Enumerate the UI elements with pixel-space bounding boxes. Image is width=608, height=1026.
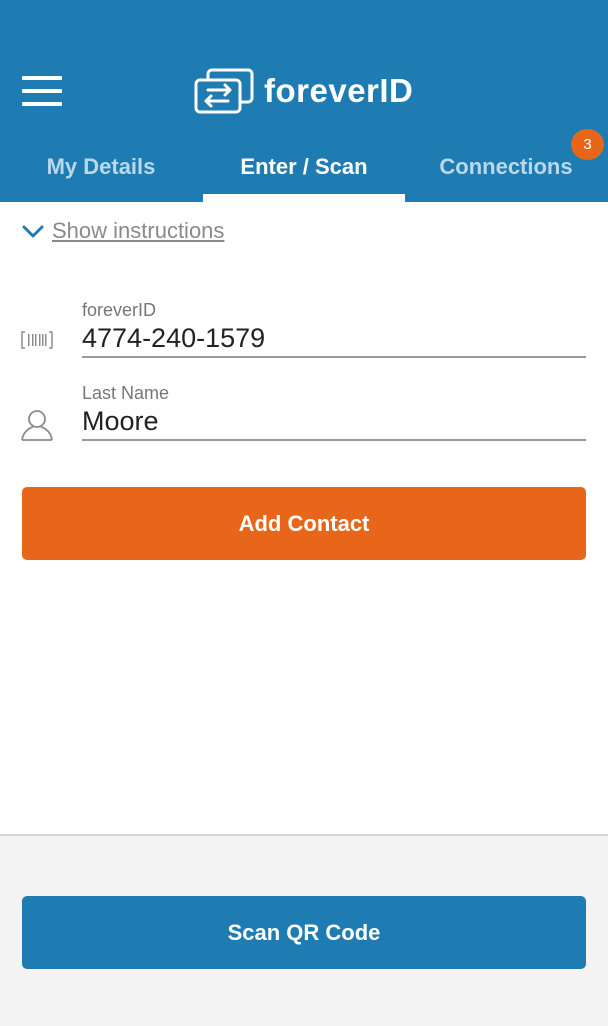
lastname-input[interactable]: Moore — [82, 406, 159, 437]
add-contact-button[interactable]: Add Contact — [22, 487, 586, 560]
barcode-icon — [21, 331, 53, 349]
app-header: foreverID My Details Enter / Scan Connec… — [0, 0, 608, 202]
connections-count-badge: 3 — [571, 129, 604, 160]
foreverid-label: foreverID — [82, 300, 157, 320]
chevron-down-icon — [22, 225, 44, 238]
logo-text: foreverID — [264, 72, 414, 109]
user-icon — [21, 410, 53, 441]
lastname-label: Last Name — [82, 383, 170, 403]
scan-qr-code-button[interactable]: Scan QR Code — [22, 896, 586, 969]
active-tab-indicator — [203, 194, 405, 202]
lastname-underline — [82, 439, 586, 441]
hamburger-icon-bar — [22, 102, 62, 106]
hamburger-icon-bar — [22, 76, 62, 80]
foreverid-underline — [82, 356, 586, 358]
foreverid-input[interactable]: 4774-240-1579 — [82, 323, 265, 354]
app-logo: foreverID — [194, 68, 424, 116]
menu-button[interactable] — [22, 76, 62, 106]
tab-my-details[interactable]: My Details — [0, 138, 202, 202]
tab-enter-scan[interactable]: Enter / Scan — [203, 138, 405, 202]
exchange-arrows-icon — [194, 68, 254, 114]
hamburger-icon-bar — [22, 89, 62, 93]
show-instructions-link[interactable]: Show instructions — [52, 215, 224, 247]
